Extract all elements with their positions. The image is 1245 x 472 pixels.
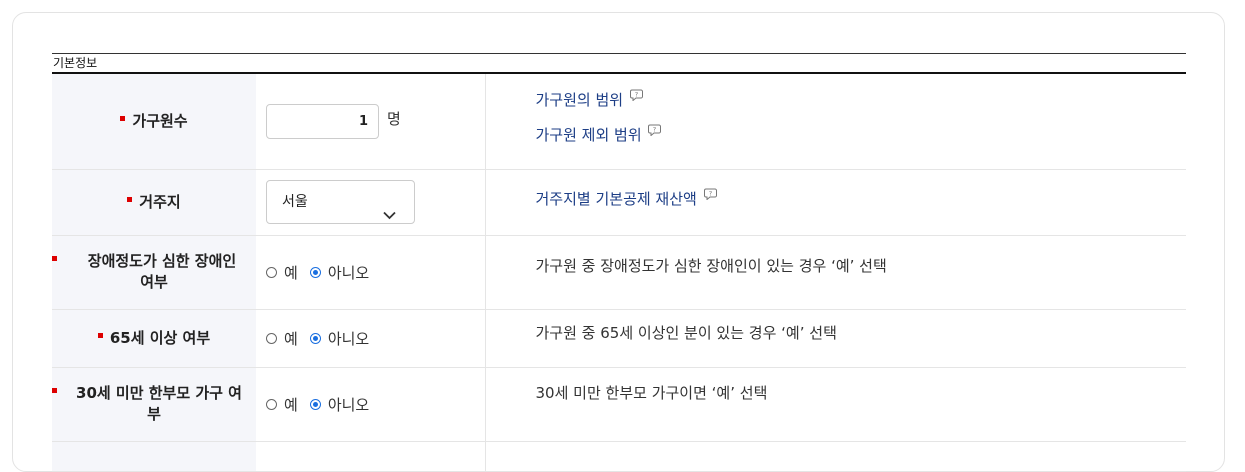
label-cell: 30세 미만 한부모 가구 여 부 — [52, 367, 256, 442]
radio-yes[interactable] — [266, 266, 277, 278]
svg-text:?: ? — [635, 91, 638, 99]
residence-select[interactable]: 서울 — [266, 180, 415, 224]
severe-disability-radio-group: 예 아니오 — [266, 262, 485, 283]
input-cell: 예 아니오 — [256, 235, 486, 310]
svg-text:?: ? — [708, 189, 711, 197]
label-single-parent-line1: 30세 미만 한부모 가구 여 — [76, 384, 242, 402]
info-cell: 30세 미만 한부모 가구이면 ‘예’ 선택 — [485, 367, 1186, 442]
link-residence-deduction[interactable]: 거주지별 기본공제 재산액 — [536, 188, 697, 209]
radio-yes-label[interactable]: 예 — [284, 394, 298, 415]
section-title: 기본정보 — [52, 53, 1186, 74]
label-residence: 거주지 — [139, 192, 181, 211]
label-severe-disability-line2: 여부 — [140, 273, 168, 291]
label-cell — [52, 441, 256, 472]
label-single-parent-line2: 부 — [147, 405, 161, 423]
label-cell: 거주지 — [52, 169, 256, 236]
radio-yes[interactable] — [266, 332, 277, 344]
question-bubble-icon[interactable]: ? — [629, 87, 643, 105]
residence-selected-value: 서울 — [282, 194, 308, 210]
label-severe-disability-line1: 장애정도가 심한 장애인 — [87, 252, 237, 270]
row-residence: 거주지 서울 거주지별 기본공제 재산액 ? — [52, 169, 1186, 236]
required-marker — [97, 332, 103, 338]
required-marker — [52, 387, 57, 393]
required-marker — [120, 115, 126, 121]
household-size-input[interactable]: 1 — [266, 103, 379, 139]
input-cell: 서울 — [256, 169, 486, 236]
input-cell: 1명 — [256, 74, 486, 170]
radio-yes-label[interactable]: 예 — [284, 328, 298, 349]
row-household-size: 가구원수 1명 가구원의 범위 ? 가구원 제외 범위 ? — [52, 74, 1186, 170]
label-household-size: 가구원수 — [132, 111, 188, 130]
label-age-65: 65세 이상 여부 — [109, 328, 211, 347]
required-marker — [127, 196, 133, 202]
radio-no-label[interactable]: 아니오 — [328, 394, 369, 415]
radio-no-label[interactable]: 아니오 — [328, 328, 369, 349]
unit-label: 명 — [387, 109, 401, 128]
row-single-parent: 30세 미만 한부모 가구 여 부 예 아니오 30세 미만 한부모 가구이면 … — [52, 367, 1186, 442]
single-parent-desc: 30세 미만 한부모 가구이면 ‘예’ 선택 — [535, 383, 768, 402]
row-severe-disability: 장애정도가 심한 장애인 여부 예 아니오 가구원 중 장애정도가 심한 장애인… — [52, 235, 1186, 310]
info-cell: 가구원 중 65세 이상인 분이 있는 경우 ‘예’ 선택 — [485, 309, 1186, 368]
chevron-down-icon — [383, 195, 396, 237]
age-65-radio-group: 예 아니오 — [266, 328, 485, 349]
row-next — [52, 441, 1186, 472]
radio-no[interactable] — [309, 266, 321, 278]
radio-no[interactable] — [309, 332, 321, 344]
input-cell — [256, 441, 486, 472]
label-cell: 65세 이상 여부 — [52, 309, 256, 368]
info-cell: 가구원 중 장애정도가 심한 장애인이 있는 경우 ‘예’ 선택 — [485, 235, 1186, 310]
link-household-scope[interactable]: 가구원의 범위 — [536, 89, 624, 110]
info-cell — [485, 441, 1186, 472]
question-bubble-icon[interactable]: ? — [648, 122, 662, 140]
radio-yes-label[interactable]: 예 — [284, 262, 298, 283]
label-cell: 가구원수 — [52, 74, 256, 170]
info-cell: 거주지별 기본공제 재산액 ? — [485, 169, 1186, 236]
basic-info-table: 가구원수 1명 가구원의 범위 ? 가구원 제외 범위 ? 거주지 서울 거주지… — [52, 74, 1186, 472]
radio-no-label[interactable]: 아니오 — [328, 262, 369, 283]
question-bubble-icon[interactable]: ? — [703, 186, 717, 204]
info-cell: 가구원의 범위 ? 가구원 제외 범위 ? — [485, 74, 1186, 170]
single-parent-radio-group: 예 아니오 — [266, 394, 485, 415]
row-age-65: 65세 이상 여부 예 아니오 가구원 중 65세 이상인 분이 있는 경우 ‘… — [52, 309, 1186, 368]
severe-disability-desc: 가구원 중 장애정도가 심한 장애인이 있는 경우 ‘예’ 선택 — [535, 256, 887, 275]
link-household-exclusion[interactable]: 가구원 제외 범위 — [536, 124, 642, 145]
age-65-desc: 가구원 중 65세 이상인 분이 있는 경우 ‘예’ 선택 — [535, 323, 837, 342]
radio-no[interactable] — [309, 398, 321, 410]
basic-info-section: 기본정보 가구원수 1명 가구원의 범위 ? 가구원 제외 범위 ? 거주지 서… — [52, 53, 1186, 472]
input-cell: 예 아니오 — [256, 309, 486, 368]
label-cell: 장애정도가 심한 장애인 여부 — [52, 235, 256, 310]
svg-text:?: ? — [653, 126, 656, 134]
radio-yes[interactable] — [266, 398, 277, 410]
input-cell: 예 아니오 — [256, 367, 486, 442]
required-marker — [52, 255, 57, 261]
